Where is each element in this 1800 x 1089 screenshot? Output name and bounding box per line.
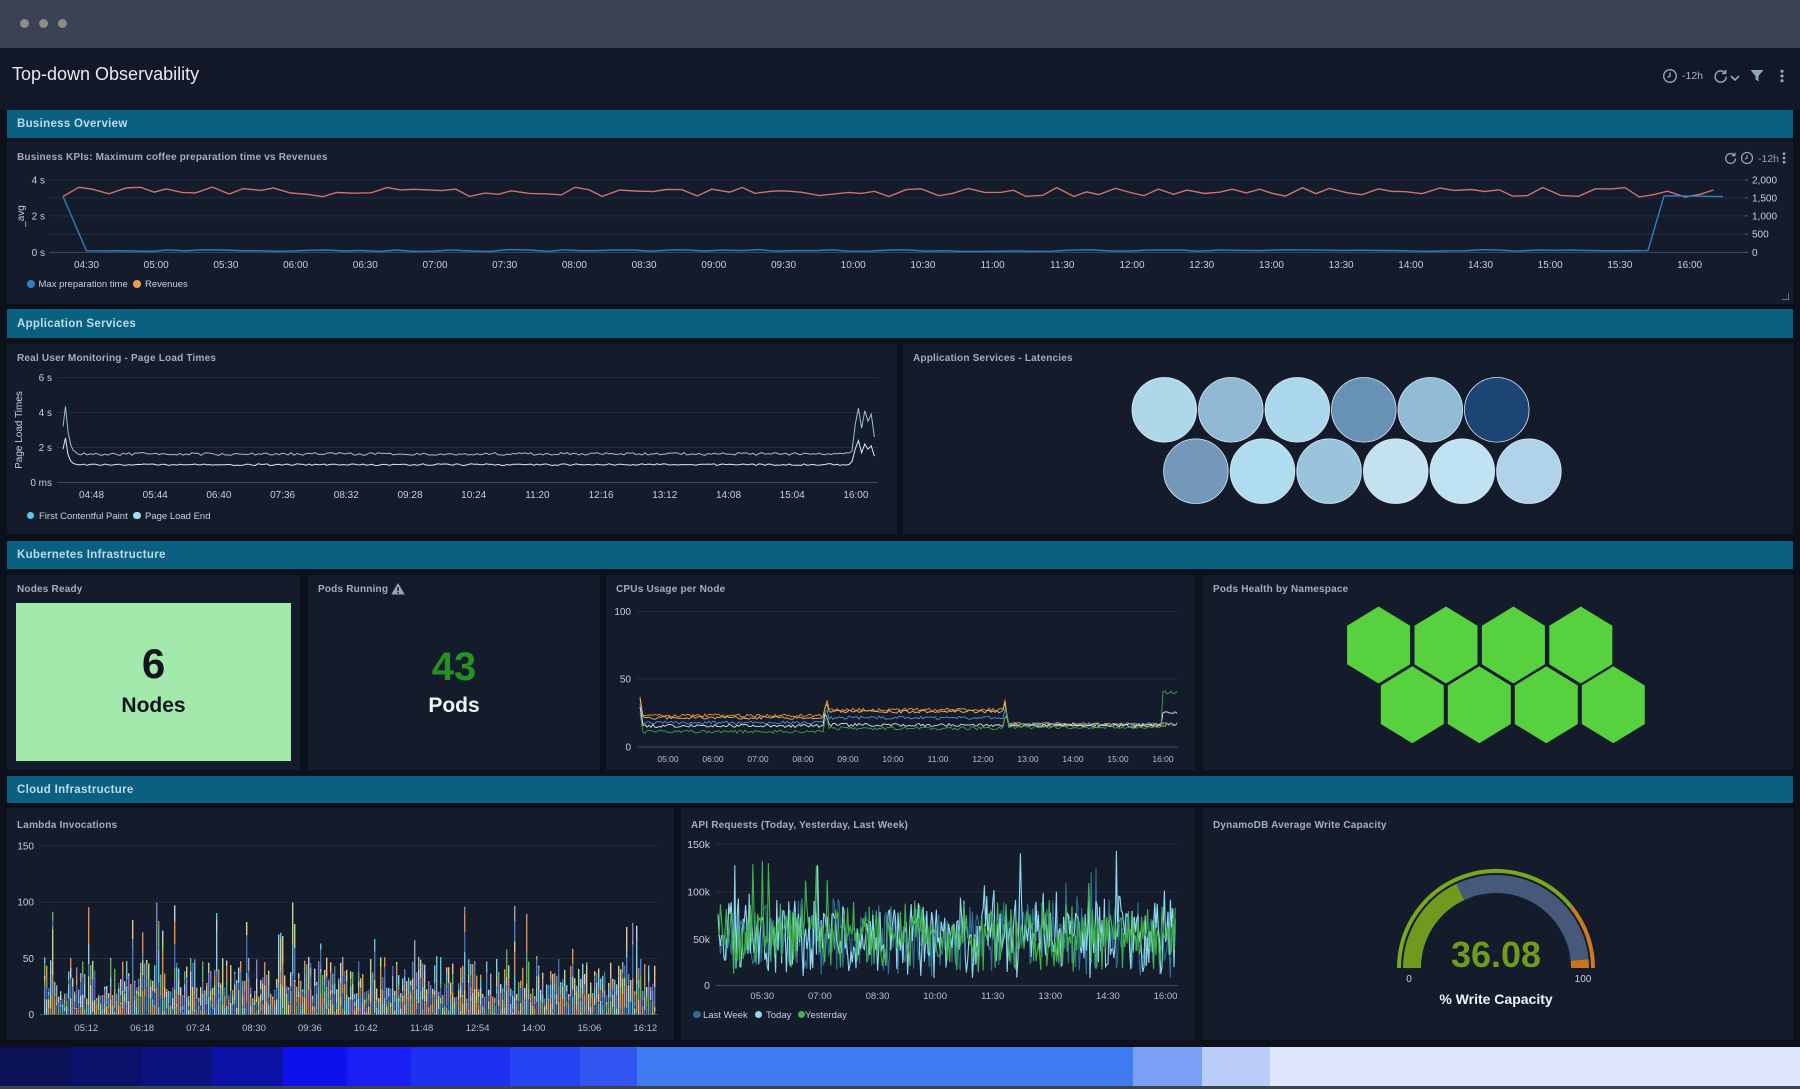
svg-text:0: 0 <box>1406 974 1412 985</box>
svg-text:Page Load Times: Page Load Times <box>14 391 25 469</box>
svg-text:% Write Capacity: % Write Capacity <box>1439 991 1553 1007</box>
svg-text:10:00: 10:00 <box>841 260 866 271</box>
svg-text:12:00: 12:00 <box>972 754 994 764</box>
svg-text:05:44: 05:44 <box>143 490 168 501</box>
svg-text:15:06: 15:06 <box>578 1023 602 1034</box>
svg-text:15:04: 15:04 <box>780 490 805 501</box>
svg-text:13:12: 13:12 <box>652 490 677 501</box>
svg-text:11:00: 11:00 <box>928 754 949 764</box>
svg-text:06:00: 06:00 <box>283 260 308 271</box>
svg-text:10:00: 10:00 <box>882 754 904 764</box>
svg-text:100: 100 <box>1575 974 1592 985</box>
svg-text:11:00: 11:00 <box>980 260 1005 271</box>
svg-text:2 s: 2 s <box>32 211 45 222</box>
svg-text:16:00: 16:00 <box>1154 991 1178 1002</box>
svg-text:09:36: 09:36 <box>298 1023 322 1034</box>
svg-text:2 s: 2 s <box>39 443 52 454</box>
svg-text:12:00: 12:00 <box>1119 260 1144 271</box>
svg-text:08:00: 08:00 <box>792 754 814 764</box>
svg-text:07:30: 07:30 <box>492 260 517 271</box>
svg-text:05:00: 05:00 <box>144 260 169 271</box>
svg-text:14:00: 14:00 <box>1398 260 1423 271</box>
svg-text:100k: 100k <box>687 886 711 898</box>
svg-text:0: 0 <box>625 743 631 754</box>
svg-text:12:30: 12:30 <box>1189 260 1214 271</box>
svg-text:0 ms: 0 ms <box>30 478 52 489</box>
svg-text:11:20: 11:20 <box>525 490 550 501</box>
svg-text:11:30: 11:30 <box>981 991 1004 1002</box>
svg-text:06:18: 06:18 <box>130 1023 154 1034</box>
svg-text:09:00: 09:00 <box>701 260 726 271</box>
svg-text:6 s: 6 s <box>39 373 52 384</box>
svg-text:12:54: 12:54 <box>466 1023 490 1034</box>
svg-text:08:32: 08:32 <box>334 490 359 501</box>
svg-text:06:00: 06:00 <box>702 754 724 764</box>
svg-text:4 s: 4 s <box>32 175 45 186</box>
svg-text:06:40: 06:40 <box>206 490 231 501</box>
svg-text:04:48: 04:48 <box>79 490 104 501</box>
svg-text:500: 500 <box>1752 230 1769 241</box>
svg-text:0: 0 <box>28 1010 34 1021</box>
svg-text:09:00: 09:00 <box>837 754 859 764</box>
svg-text:13:30: 13:30 <box>1329 260 1354 271</box>
svg-text:13:00: 13:00 <box>1038 991 1062 1002</box>
svg-text:12:16: 12:16 <box>589 490 614 501</box>
svg-text:14:08: 14:08 <box>716 490 741 501</box>
svg-text:50: 50 <box>23 954 35 965</box>
svg-text:1,000: 1,000 <box>1752 211 1777 222</box>
svg-text:05:30: 05:30 <box>750 991 774 1002</box>
svg-text:13:00: 13:00 <box>1017 754 1039 764</box>
svg-text:08:30: 08:30 <box>866 991 890 1002</box>
svg-text:0: 0 <box>704 980 710 992</box>
svg-text:15:00: 15:00 <box>1107 754 1129 764</box>
svg-text:07:24: 07:24 <box>186 1023 210 1034</box>
svg-text:150: 150 <box>17 841 34 852</box>
svg-text:06:30: 06:30 <box>353 260 378 271</box>
svg-text:10:00: 10:00 <box>923 991 947 1002</box>
svg-text:16:00: 16:00 <box>843 490 868 501</box>
svg-text:05:00: 05:00 <box>657 754 679 764</box>
svg-text:07:36: 07:36 <box>270 490 295 501</box>
svg-text:10:42: 10:42 <box>354 1023 378 1034</box>
svg-text:0 s: 0 s <box>32 248 45 259</box>
svg-text:2,000: 2,000 <box>1752 175 1777 186</box>
svg-text:16:00: 16:00 <box>1152 754 1174 764</box>
svg-text:10:24: 10:24 <box>461 490 486 501</box>
svg-text:0: 0 <box>1752 248 1758 259</box>
svg-text:50k: 50k <box>693 934 711 946</box>
svg-text:08:30: 08:30 <box>632 260 657 271</box>
svg-text:100: 100 <box>614 607 631 618</box>
svg-text:07:00: 07:00 <box>747 754 769 764</box>
svg-text:4 s: 4 s <box>39 408 52 419</box>
svg-text:1,500: 1,500 <box>1752 193 1777 204</box>
svg-text:05:12: 05:12 <box>74 1023 98 1034</box>
svg-text:14:00: 14:00 <box>1062 754 1084 764</box>
svg-text:05:30: 05:30 <box>213 260 238 271</box>
svg-text:09:28: 09:28 <box>397 490 422 501</box>
svg-text:04:30: 04:30 <box>74 260 99 271</box>
svg-text:09:30: 09:30 <box>771 260 796 271</box>
svg-text:16:00: 16:00 <box>1677 260 1702 271</box>
svg-text:14:00: 14:00 <box>522 1023 546 1034</box>
svg-text:08:00: 08:00 <box>562 260 587 271</box>
svg-text:100: 100 <box>17 898 34 909</box>
svg-text:10:30: 10:30 <box>910 260 935 271</box>
svg-text:15:30: 15:30 <box>1607 260 1632 271</box>
svg-text:_avg: _avg <box>16 205 27 228</box>
svg-text:150k: 150k <box>687 839 711 851</box>
svg-text:13:00: 13:00 <box>1259 260 1284 271</box>
svg-text:08:30: 08:30 <box>242 1023 266 1034</box>
svg-text:11:30: 11:30 <box>1050 260 1075 271</box>
svg-text:15:00: 15:00 <box>1538 260 1563 271</box>
svg-text:07:00: 07:00 <box>422 260 447 271</box>
svg-text:16:12: 16:12 <box>633 1023 657 1034</box>
svg-text:36.08: 36.08 <box>1451 934 1541 975</box>
svg-text:07:00: 07:00 <box>808 991 832 1002</box>
svg-text:14:30: 14:30 <box>1468 260 1493 271</box>
svg-text:11:48: 11:48 <box>410 1023 433 1034</box>
svg-text:14:30: 14:30 <box>1096 991 1120 1002</box>
svg-text:50: 50 <box>620 675 632 686</box>
